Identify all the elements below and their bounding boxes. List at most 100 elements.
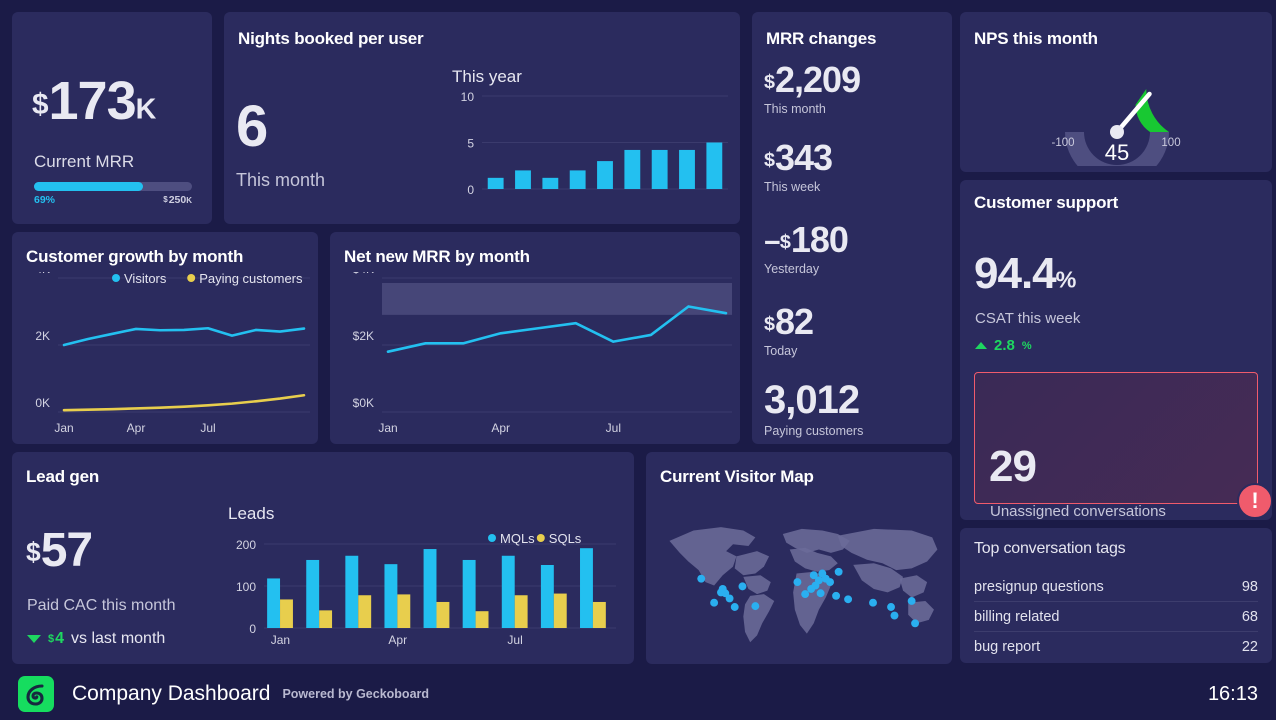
dashboard-title: Company Dashboard bbox=[72, 682, 270, 706]
trend-value: 2.8 bbox=[994, 337, 1015, 354]
svg-text:SQLs: SQLs bbox=[549, 531, 582, 546]
widget-title: MRR changes bbox=[766, 29, 876, 49]
widget-current-mrr: $173K Current MRR 69% $250K bbox=[12, 12, 212, 224]
progress-percent-label: 69% bbox=[34, 194, 55, 206]
progress-goal-label: $250K bbox=[163, 194, 192, 206]
widget-net-new-mrr: Net new MRR by month $0K$2K$4KJanAprJul bbox=[330, 232, 740, 444]
mrr-change-item: 3,012Paying customers bbox=[764, 380, 863, 438]
svg-text:0: 0 bbox=[249, 622, 256, 636]
widget-customer-support: Customer support 94.4% CSAT this week 2.… bbox=[960, 180, 1272, 520]
svg-text:10: 10 bbox=[461, 92, 475, 104]
goal-currency: $ bbox=[163, 195, 167, 204]
mrr-change-item: $343This week bbox=[764, 140, 832, 194]
svg-text:200: 200 bbox=[236, 538, 256, 552]
trend-unit: % bbox=[1022, 340, 1032, 352]
svg-text:Jan: Jan bbox=[271, 633, 290, 647]
nps-gauge: -10010045 bbox=[1042, 54, 1192, 166]
svg-text:Visitors: Visitors bbox=[124, 272, 167, 286]
tag-list: presignup questions 98 billing related 68 bu… bbox=[974, 572, 1258, 661]
tag-name: billing related bbox=[974, 609, 1059, 625]
unassigned-conversations-alert[interactable]: 29 Unassigned conversations ! bbox=[974, 372, 1258, 504]
current-mrr-value: $173K bbox=[32, 74, 155, 128]
chart-title: This year bbox=[452, 67, 522, 87]
widget-title: Top conversation tags bbox=[974, 540, 1125, 558]
nights-value: 6 bbox=[236, 98, 267, 156]
mrr-change-value: $343 bbox=[764, 140, 832, 176]
trend-value: 4 bbox=[55, 630, 64, 647]
progress-meta: 69% $250K bbox=[34, 194, 192, 206]
currency-symbol: $ bbox=[32, 88, 48, 121]
alert-label: Unassigned conversations bbox=[990, 503, 1166, 520]
nights-bar-chart: 0 5 10 bbox=[446, 92, 734, 207]
widget-title: Lead gen bbox=[26, 467, 99, 487]
trend-amount: $4 bbox=[48, 630, 64, 648]
widget-nights-booked: Nights booked per user 6 This month This… bbox=[224, 12, 740, 224]
progress-track bbox=[34, 182, 192, 191]
svg-text:Paying customers: Paying customers bbox=[199, 272, 303, 286]
customer-growth-line-chart: 0K2K4KJanAprJulVisitorsPaying customers bbox=[12, 272, 318, 442]
goal-value: 250 bbox=[169, 194, 187, 206]
currency-symbol: $ bbox=[26, 537, 40, 567]
widget-title: Customer support bbox=[974, 193, 1118, 213]
triangle-down-icon bbox=[27, 635, 41, 643]
goal-unit: K bbox=[186, 196, 192, 205]
svg-text:0: 0 bbox=[467, 183, 474, 197]
svg-text:2K: 2K bbox=[35, 329, 50, 343]
tag-row[interactable]: presignup questions 98 bbox=[974, 572, 1258, 602]
tag-count: 98 bbox=[1242, 579, 1258, 595]
dashboard-root: $173K Current MRR 69% $250K Nights booke… bbox=[0, 0, 1276, 720]
powered-by-label: Powered by Geckoboard bbox=[282, 687, 429, 701]
widget-visitor-map: Current Visitor Map bbox=[646, 452, 952, 664]
svg-text:100: 100 bbox=[236, 580, 256, 594]
tag-row[interactable]: billing related 68 bbox=[974, 602, 1258, 632]
svg-text:Jan: Jan bbox=[378, 421, 397, 435]
tag-row[interactable]: bug report22 bbox=[974, 632, 1258, 661]
footer-bar: Company Dashboard Powered by Geckoboard … bbox=[0, 668, 1276, 720]
mrr-change-value: $2,209 bbox=[764, 62, 860, 98]
mrr-change-value: 3,012 bbox=[764, 380, 863, 420]
widget-title: Current Visitor Map bbox=[660, 467, 814, 487]
mrr-progress: 69% $250K bbox=[34, 182, 192, 206]
alert-value: 29 bbox=[989, 445, 1036, 489]
progress-fill bbox=[34, 182, 143, 191]
mrr-change-label: Yesterday bbox=[764, 262, 848, 276]
mrr-change-label: This month bbox=[764, 102, 860, 116]
csat-trend: 2.8% bbox=[975, 337, 1032, 354]
paid-cac-trend: $4 vs last month bbox=[27, 630, 165, 648]
nights-label: This month bbox=[236, 170, 325, 191]
paid-cac-value: $57 bbox=[26, 527, 92, 575]
mrr-change-value: $82 bbox=[764, 304, 813, 340]
csat-value: 94.4% bbox=[974, 252, 1075, 296]
mrr-change-item: −$180 Yesterday bbox=[764, 222, 848, 276]
svg-text:-100: -100 bbox=[1051, 137, 1074, 149]
mrr-change-item: $2,209 This month bbox=[764, 62, 860, 116]
svg-text:$0K: $0K bbox=[353, 396, 374, 410]
exclamation-icon: ! bbox=[1237, 483, 1272, 519]
svg-text:Jul: Jul bbox=[200, 421, 215, 435]
widget-lead-gen: Lead gen $57 Paid CAC this month $4 vs l… bbox=[12, 452, 634, 664]
svg-text:Jul: Jul bbox=[507, 633, 522, 647]
svg-text:5: 5 bbox=[467, 137, 474, 151]
svg-text:$2K: $2K bbox=[353, 329, 374, 343]
widget-title: Net new MRR by month bbox=[344, 247, 530, 267]
svg-text:MQLs: MQLs bbox=[500, 531, 535, 546]
leads-bar-chart: 0 100 200 Jan Apr Jul MQLs SQLs bbox=[222, 530, 622, 650]
trend-currency: $ bbox=[48, 633, 54, 645]
mrr-change-item: $82Today bbox=[764, 304, 813, 358]
widget-title: Customer growth by month bbox=[26, 247, 243, 267]
svg-text:Apr: Apr bbox=[491, 421, 510, 435]
current-mrr-label: Current MRR bbox=[34, 152, 134, 172]
mrr-change-value: −$180 bbox=[764, 222, 848, 258]
svg-text:4K: 4K bbox=[35, 272, 50, 276]
svg-text:Jul: Jul bbox=[606, 421, 621, 435]
value: 57 bbox=[41, 524, 92, 577]
widget-conversation-tags: Top conversation tags presignup question… bbox=[960, 528, 1272, 663]
value: 173 bbox=[49, 71, 136, 131]
svg-text:0K: 0K bbox=[35, 396, 50, 410]
value: 94.4 bbox=[974, 249, 1056, 298]
tag-count: 68 bbox=[1242, 609, 1258, 625]
widget-title: Nights booked per user bbox=[238, 29, 423, 49]
triangle-up-icon bbox=[975, 342, 987, 349]
tag-name: presignup questions bbox=[974, 579, 1104, 595]
svg-text:Apr: Apr bbox=[388, 633, 407, 647]
